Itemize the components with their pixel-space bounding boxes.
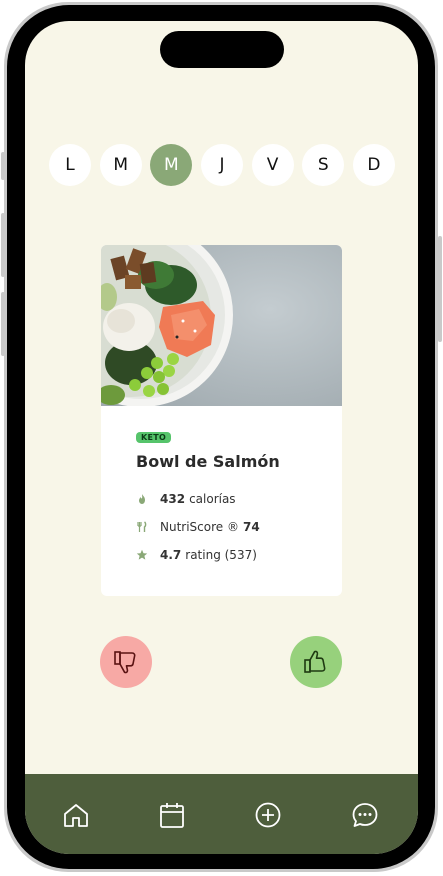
- day-saturday[interactable]: S: [302, 144, 345, 186]
- chat-icon: [352, 803, 378, 827]
- home-icon: [64, 804, 88, 827]
- add-icon: [255, 802, 281, 828]
- thumbs-down-icon: [114, 651, 136, 674]
- mute-switch: [1, 152, 5, 180]
- day-tuesday[interactable]: M: [99, 144, 142, 186]
- thumbs-up-icon: [304, 650, 326, 673]
- day-friday[interactable]: V: [251, 144, 294, 186]
- rating-value: 4.7: [160, 548, 182, 562]
- day-thursday[interactable]: J: [200, 144, 243, 186]
- diet-tag: KETO: [136, 432, 172, 443]
- volume-down-button: [1, 292, 5, 356]
- nutriscore-value: 74: [242, 520, 260, 534]
- tab-home[interactable]: [61, 800, 91, 830]
- rating-count: rating (537): [185, 548, 257, 562]
- day-wednesday[interactable]: M: [150, 144, 193, 186]
- rating-row: 4.7 rating (537): [136, 548, 257, 562]
- fork-knife-icon: [136, 521, 148, 533]
- like-button[interactable]: [290, 636, 342, 688]
- app-screen: L M M J V S D KETO Bowl de Salmón 432 ca…: [25, 21, 418, 854]
- salmon-bowl-photo: [101, 245, 342, 406]
- dynamic-island: [160, 31, 284, 68]
- week-day-selector: L M M J V S D: [49, 144, 395, 186]
- flame-icon: [136, 493, 148, 505]
- meal-card[interactable]: KETO Bowl de Salmón 432 calorías NutriSc…: [101, 245, 342, 596]
- nutriscore-row: NutriScore ® 74: [136, 520, 264, 534]
- nutriscore-label: NutriScore ®: [160, 520, 239, 534]
- bottom-tab-bar: [25, 774, 418, 854]
- tab-calendar[interactable]: [157, 800, 187, 830]
- day-monday[interactable]: L: [49, 144, 91, 186]
- tab-add[interactable]: [253, 800, 283, 830]
- meal-title: Bowl de Salmón: [136, 452, 280, 471]
- calendar-icon: [160, 803, 184, 828]
- power-button: [438, 236, 442, 342]
- star-icon: [136, 549, 148, 561]
- volume-up-button: [1, 213, 5, 277]
- tab-chat[interactable]: [350, 800, 380, 830]
- calories-unit: calorías: [189, 492, 236, 506]
- day-sunday[interactable]: D: [352, 144, 395, 186]
- calories-value: 432: [160, 492, 186, 506]
- calories-row: 432 calorías: [136, 492, 236, 506]
- dislike-button[interactable]: [100, 636, 152, 688]
